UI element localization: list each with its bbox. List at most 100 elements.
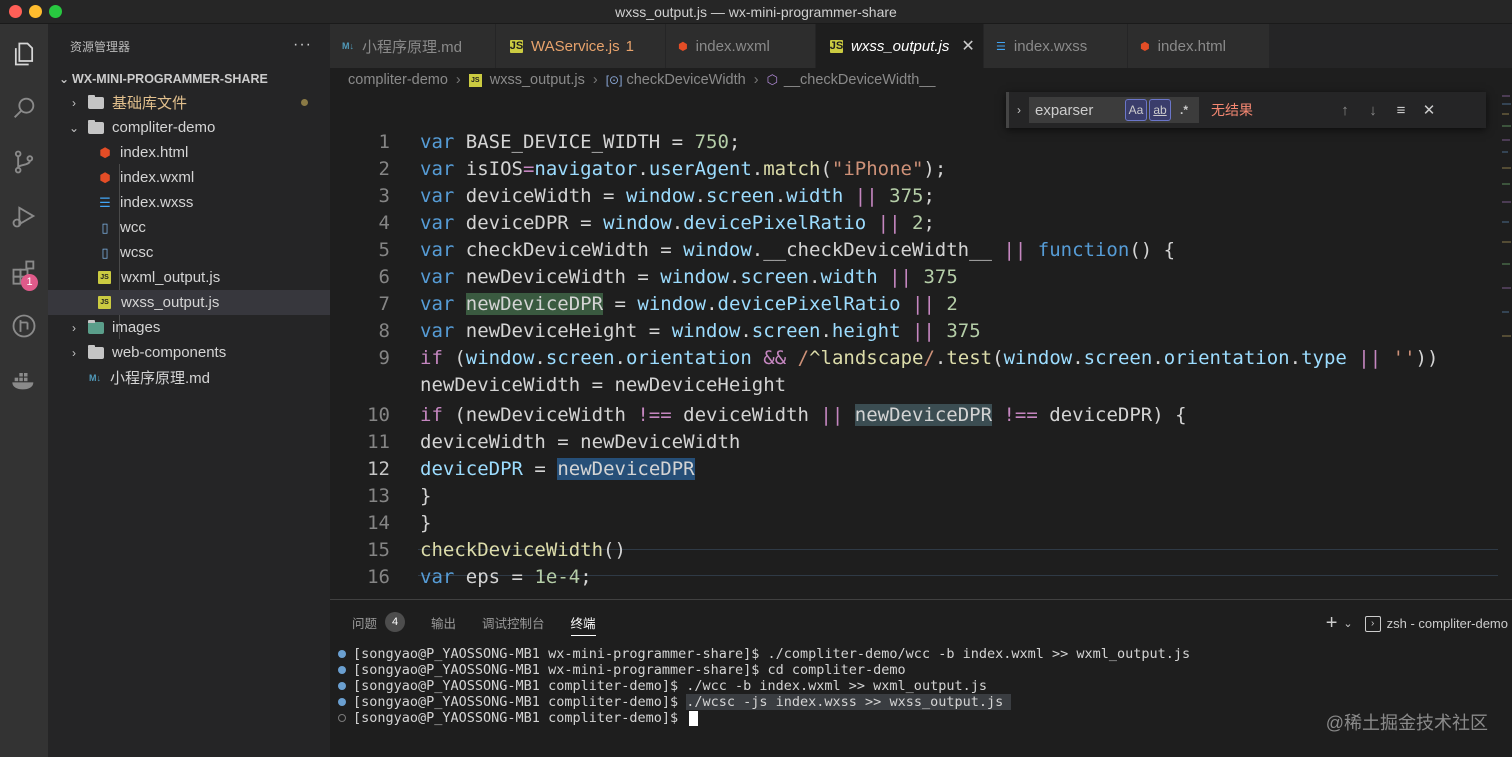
code-text: var newDeviceDPR = window.devicePixelRat… (420, 293, 958, 315)
regex-toggle[interactable]: .* (1173, 99, 1195, 121)
breadcrumb-symbol[interactable]: checkDeviceWidth (626, 72, 745, 88)
search-icon[interactable] (0, 88, 48, 128)
tree-item-file[interactable]: ▯ wcc (48, 215, 330, 240)
close-tab-icon[interactable]: ✕ (961, 36, 974, 56)
whole-word-toggle[interactable]: ab (1149, 99, 1171, 121)
code-line: 14} (330, 510, 1498, 537)
tab-wxss-output[interactable]: JS wxss_output.js ✕ (816, 24, 984, 68)
javascript-icon: JS (468, 73, 482, 87)
command-success-dot-icon (338, 650, 346, 658)
line-number: 4 (378, 212, 390, 234)
line-number: 12 (367, 458, 390, 480)
code-line: 1 var BASE_DEVICE_WIDTH = 750; (330, 129, 1498, 156)
tree-item-file[interactable]: JS wxml_output.js (48, 265, 330, 290)
line-number: 15 (367, 539, 390, 561)
tree-item-file[interactable]: M↓ 小程序原理.md (48, 365, 330, 390)
code-text: var eps = 1e-4; (420, 566, 592, 588)
code-line: 15 checkDeviceWidth() (330, 537, 1498, 564)
terminal-text: [songyao@P_YAOSSONG-MB1 wx-mini-programm… (353, 662, 906, 678)
tree-item-folder[interactable]: › web-components (48, 340, 330, 365)
terminal-text: [songyao@P_YAOSSONG-MB1 compliter-demo]$ (353, 710, 687, 726)
tree-item-label: 小程序原理.md (110, 370, 211, 387)
code-text: var BASE_DEVICE_WIDTH = 750; (420, 131, 741, 153)
new-terminal-plus-icon[interactable]: + (1326, 612, 1338, 635)
breadcrumb-folder[interactable]: compliter-demo (348, 72, 448, 88)
terminal-name[interactable]: zsh - compliter-demo (1387, 616, 1508, 631)
code-line: 3 var deviceWidth = window.screen.width |… (330, 183, 1498, 210)
code-line: 16 var eps = 1e-4; (330, 564, 1498, 591)
chevron-right-icon: › (592, 72, 598, 88)
next-match-arrow-down-icon[interactable]: ↓ (1359, 102, 1387, 119)
code-text: var deviceDPR = window.devicePixelRatio … (420, 212, 935, 234)
code-text: deviceDPR = newDeviceDPR (420, 458, 695, 480)
code-editor[interactable]: 1 var BASE_DEVICE_WIDTH = 750; 2 var isIOS… (330, 92, 1512, 598)
tab-waservice[interactable]: JS WAService.js 1 (496, 24, 666, 68)
tree-item-file[interactable]: ☰ index.wxss (48, 190, 330, 215)
tab-terminal[interactable]: 终端 (570, 600, 596, 644)
terminal-selected-command[interactable]: ./wcsc -js index.wxss >> wxss_output.js (686, 694, 1012, 710)
chevron-down-icon[interactable]: ⌄ (1343, 617, 1352, 630)
workspace-section[interactable]: ⌄ WX-MINI-PROGRAMMER-SHARE (48, 68, 330, 90)
code-line: 11 deviceWidth = newDeviceWidth (330, 429, 1498, 456)
line-number: 11 (367, 431, 390, 453)
window-title: wxss_output.js — wx-mini-programmer-shar… (615, 4, 897, 20)
tree-item-file-selected[interactable]: JS wxss_output.js (48, 290, 330, 315)
tab-index-wxml[interactable]: ⬢ index.wxml (666, 24, 816, 68)
tab-debug-console[interactable]: 调试控制台 (482, 600, 545, 644)
tree-item-folder[interactable]: ⌄ compliter-demo (48, 115, 330, 140)
images-folder-icon (88, 319, 104, 334)
code-line: 7 var newDeviceDPR = window.devicePixelRa… (330, 291, 1498, 318)
tree-item-label: 基础库文件 (112, 95, 188, 112)
tree-item-file[interactable]: ⬢ index.wxml (48, 165, 330, 190)
breadcrumb-symbol[interactable]: __checkDeviceWidth__ (784, 72, 936, 88)
tab-label: WAService.js (531, 37, 620, 55)
javascript-icon: JS (829, 39, 844, 53)
chevron-down-icon: ⌄ (58, 72, 70, 86)
remote-explorer-icon[interactable] (0, 306, 48, 346)
find-in-selection-icon[interactable]: ≡ (1387, 102, 1415, 119)
chevron-down-icon: ⌄ (68, 120, 80, 135)
command-pending-dot-icon (338, 714, 346, 722)
tab-markdown[interactable]: M↓ 小程序原理.md (330, 24, 496, 68)
file-icon: ▯ (101, 219, 109, 235)
tree-item-folder[interactable]: › images (48, 315, 330, 340)
find-input[interactable]: exparser Aa ab .* (1029, 97, 1199, 123)
code-text: if (newDeviceWidth !== deviceWidth || ne… (420, 404, 1187, 426)
tree-item-folder[interactable]: › 基础库文件 (48, 90, 330, 115)
close-find-icon[interactable]: ✕ (1415, 101, 1443, 119)
tab-index-html[interactable]: ⬢ index.html (1128, 24, 1270, 68)
tree-item-file[interactable]: ▯ wcsc (48, 240, 330, 265)
previous-match-arrow-up-icon[interactable]: ↑ (1331, 102, 1359, 119)
more-actions-icon[interactable]: ··· (293, 36, 312, 54)
match-case-toggle[interactable]: Aa (1125, 99, 1147, 121)
find-result-text: 无结果 (1211, 102, 1253, 118)
tree-item-label: compliter-demo (112, 119, 216, 136)
tab-label: wxss_output.js (851, 37, 950, 55)
command-success-dot-icon (338, 682, 346, 690)
line-number: 3 (378, 185, 390, 207)
code-line: 9 if (window.screen.orientation && /^land… (330, 345, 1498, 372)
breadcrumb: compliter-demo › JS wxss_output.js › [⊙]… (330, 68, 1512, 92)
breadcrumb-file[interactable]: wxss_output.js (490, 72, 585, 88)
chevron-right-icon: › (753, 72, 759, 88)
minimap[interactable] (1500, 92, 1512, 352)
code-text: var deviceWidth = window.screen.width ||… (420, 185, 935, 207)
tab-output[interactable]: 输出 (431, 600, 456, 644)
docker-icon[interactable] (0, 360, 48, 400)
toggle-replace-chevron-icon[interactable]: › (1009, 103, 1029, 117)
find-options: Aa ab .* (1123, 99, 1195, 121)
tree-item-file[interactable]: ⬢ index.html (48, 140, 330, 165)
line-number: 1 (378, 131, 390, 153)
explorer-icon[interactable] (0, 34, 48, 74)
line-number: 10 (367, 404, 390, 426)
line-number: 5 (378, 239, 390, 261)
tab-problems[interactable]: 问题 4 (352, 600, 406, 644)
source-control-icon[interactable] (0, 142, 48, 182)
run-debug-icon[interactable] (0, 196, 48, 236)
workspace-name: WX-MINI-PROGRAMMER-SHARE (72, 72, 268, 86)
line-number: 7 (378, 293, 390, 315)
tree-item-label: wcsc (120, 244, 154, 261)
find-input-value: exparser (1035, 101, 1094, 119)
method-cube-icon: ⬡ (766, 72, 778, 87)
tab-index-wxss[interactable]: ☰ index.wxss (984, 24, 1128, 68)
